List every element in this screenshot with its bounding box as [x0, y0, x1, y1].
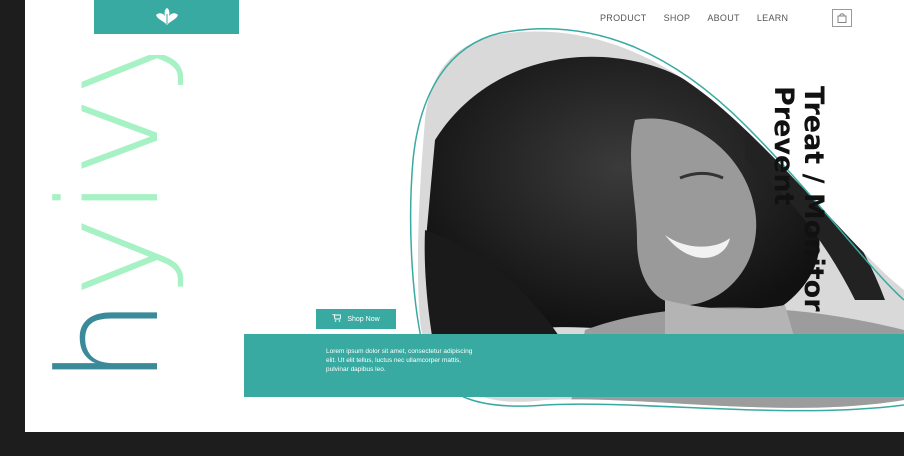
- cart-button[interactable]: [832, 9, 852, 27]
- hero-page: Lorem ipsum dolor sit amet, consectetur …: [25, 0, 904, 432]
- wordmark-letter: y: [45, 55, 190, 96]
- cart-icon: [332, 313, 342, 324]
- brand-wordmark-text: hyivy: [45, 55, 190, 385]
- hero-description: Lorem ipsum dolor sit amet, consectetur …: [326, 348, 473, 373]
- shop-now-label: Shop Now: [347, 315, 380, 323]
- nav-item-shop[interactable]: SHOP: [664, 13, 691, 23]
- wordmark-letter: v: [45, 96, 190, 178]
- nav-item-about[interactable]: ABOUT: [707, 13, 740, 23]
- wordmark-letter: y: [45, 216, 190, 298]
- hero-tagline: Treat / Monitor Prevent: [768, 86, 829, 312]
- main-nav: PRODUCT SHOP ABOUT LEARN: [600, 13, 788, 23]
- brand-wordmark: hyivy: [45, 55, 190, 385]
- wordmark-letter: h: [45, 298, 190, 385]
- tagline-line-1: Treat / Monitor: [798, 86, 829, 312]
- shop-now-button[interactable]: Shop Now: [316, 309, 396, 329]
- leaf-logo-icon: [155, 8, 178, 25]
- nav-item-learn[interactable]: LEARN: [757, 13, 789, 23]
- logo[interactable]: [94, 0, 239, 34]
- nav-item-product[interactable]: PRODUCT: [600, 13, 647, 23]
- shopping-bag-icon: [837, 13, 847, 23]
- wordmark-letter: i: [45, 178, 190, 216]
- tagline-line-2: Prevent: [768, 86, 799, 206]
